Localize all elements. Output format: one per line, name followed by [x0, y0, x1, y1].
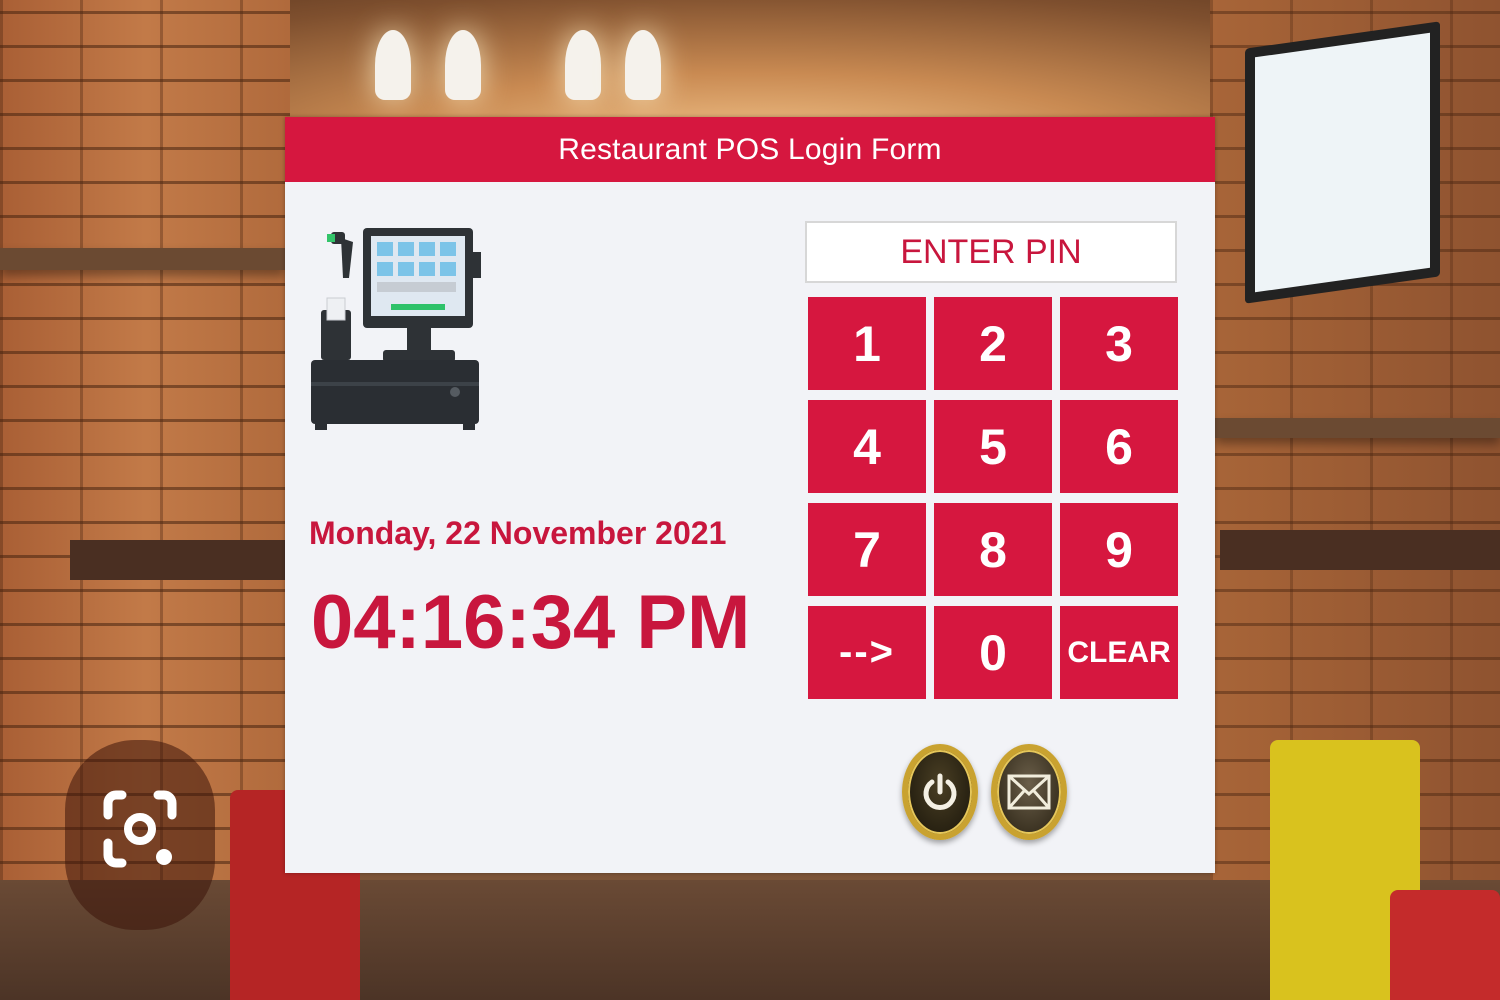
power-icon [923, 773, 957, 810]
key-enter-arrow[interactable]: --> [808, 606, 926, 699]
mail-icon [1007, 774, 1051, 810]
key-8[interactable]: 8 [934, 503, 1052, 596]
key-clear[interactable]: CLEAR [1060, 606, 1178, 699]
wall-tv [1245, 21, 1440, 304]
key-7[interactable]: 7 [808, 503, 926, 596]
key-4[interactable]: 4 [808, 400, 926, 493]
key-6[interactable]: 6 [1060, 400, 1178, 493]
current-date: Monday, 22 November 2021 [309, 515, 727, 551]
key-0[interactable]: 0 [934, 606, 1052, 699]
key-9[interactable]: 9 [1060, 503, 1178, 596]
pendant-lamp [565, 30, 601, 100]
table-right [1220, 530, 1500, 570]
table-left [70, 540, 290, 580]
key-1[interactable]: 1 [808, 297, 926, 390]
pendant-lamp [445, 30, 481, 100]
key-2[interactable]: 2 [934, 297, 1052, 390]
pendant-lamp [625, 30, 661, 100]
red-stool [1390, 890, 1500, 1000]
pin-entry-field[interactable]: ENTER PIN [805, 221, 1177, 283]
panel-header: Restaurant POS Login Form [285, 117, 1215, 182]
pin-keypad: 1 2 3 4 5 6 7 8 9 --> 0 CLEAR [808, 297, 1178, 701]
mail-button[interactable] [991, 744, 1067, 840]
lens-icon [103, 790, 177, 868]
lens-search-button[interactable] [65, 740, 215, 930]
pendant-lamp [375, 30, 411, 100]
power-button[interactable] [902, 744, 978, 840]
key-3[interactable]: 3 [1060, 297, 1178, 390]
pos-login-panel: Restaurant POS Login Form Monday, 22 Nov… [285, 117, 1215, 873]
pin-entry-label: ENTER PIN [900, 232, 1082, 271]
pos-terminal-icon [311, 228, 481, 430]
key-5[interactable]: 5 [934, 400, 1052, 493]
shelf-right [1215, 418, 1500, 438]
panel-title: Restaurant POS Login Form [558, 132, 942, 166]
shelf-left [0, 248, 285, 270]
current-time: 04:16:34 PM [311, 580, 751, 665]
